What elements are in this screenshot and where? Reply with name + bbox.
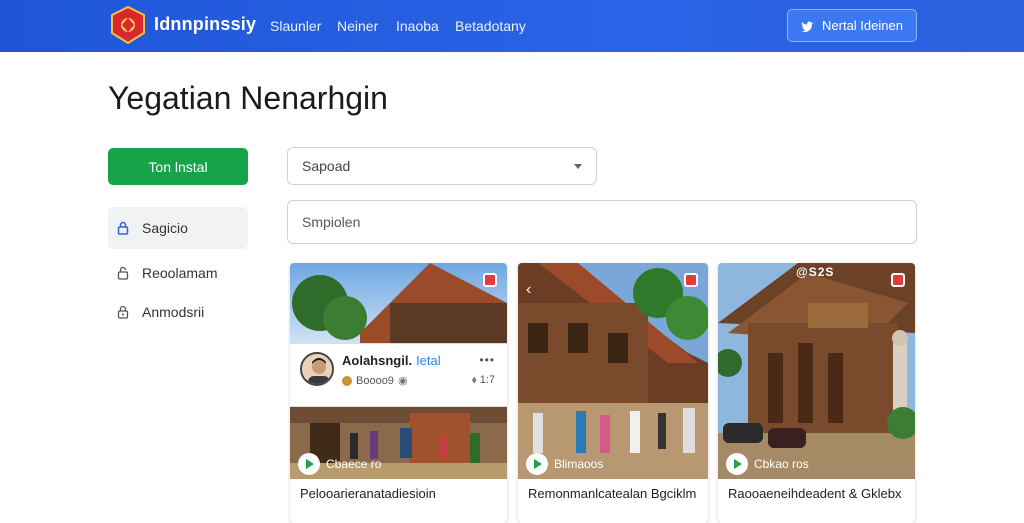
media-card-2[interactable]: ‹ Blimaoos Remonmanlcatealan Bgciklm	[518, 263, 708, 523]
coin-icon	[342, 375, 352, 386]
chevron-down-icon	[574, 164, 582, 169]
play-icon[interactable]	[298, 453, 320, 475]
play-control[interactable]: Cbaece ro	[298, 453, 381, 475]
play-icon[interactable]	[726, 453, 748, 475]
padlock-icon	[117, 305, 129, 319]
brand-name[interactable]: Idnnpinssiy	[154, 14, 256, 35]
nav-link-1[interactable]: Slaunler	[270, 18, 321, 34]
nav-link-3[interactable]: Inaoba	[396, 18, 439, 34]
media-card-3[interactable]: @S2S Cbkao ros Raooaeneihdeadent & Gkleb…	[718, 263, 915, 523]
nav-link-2[interactable]: Neiner	[337, 18, 378, 34]
header-action-label: Nertal Ideinen	[822, 18, 903, 33]
sidebar-item-label: Anmodsrii	[142, 304, 205, 320]
header-action-button[interactable]: Nertal Ideinen	[787, 9, 917, 42]
brand-logo-icon[interactable]	[110, 6, 146, 44]
record-badge-icon	[891, 273, 905, 287]
user-info-overlay: Aolahsngil. Ietal ••• Boooo9 ◉ ⬧ 1:7	[290, 343, 507, 407]
eye-icon: ◉	[397, 375, 408, 387]
user-tag: Ietal	[416, 353, 441, 368]
play-control[interactable]: Cbkao ros	[726, 453, 809, 475]
card-caption[interactable]: Remonmanlcatealan Bgciklm	[528, 486, 696, 501]
page-title: Yegatian Nenarhgin	[108, 80, 388, 116]
unlock-icon	[117, 266, 129, 280]
record-badge-icon	[684, 273, 698, 287]
sidebar-item-2[interactable]: Reoolamam	[108, 252, 248, 294]
card-photo	[518, 263, 708, 479]
user-avatar-icon	[302, 354, 332, 384]
username-text: Aolahsngil.	[342, 353, 413, 368]
play-control[interactable]: Blimaoos	[526, 453, 603, 475]
record-badge-icon	[483, 273, 497, 287]
more-options-icon[interactable]: •••	[479, 353, 495, 367]
stat-left: Boooo9 ◉	[342, 374, 408, 387]
pin-icon: ⬧	[471, 374, 477, 386]
back-arrow-icon[interactable]: ‹	[526, 281, 531, 299]
top-navbar: Idnnpinssiy Slaunler Neiner Inaoba Betad…	[0, 0, 1024, 52]
sidebar-item-label: Sagicio	[142, 220, 188, 236]
bird-icon	[801, 21, 815, 32]
sidebar-item-3[interactable]: Anmodsrii	[108, 291, 248, 333]
nav-link-4[interactable]: Betadotany	[455, 18, 526, 34]
card-caption[interactable]: Raooaeneihdeadent & Gklebx	[728, 486, 901, 501]
sidebar-item-1[interactable]: Sagicio	[108, 207, 248, 249]
username[interactable]: Aolahsngil. Ietal	[342, 353, 441, 368]
card-top-label: @S2S	[796, 265, 835, 279]
search-input[interactable]	[287, 200, 917, 244]
play-label: Cbkao ros	[754, 457, 809, 471]
stat-right: ⬧ 1:7	[472, 374, 495, 387]
media-card-1[interactable]: Aolahsngil. Ietal ••• Boooo9 ◉ ⬧ 1:7 Cbae…	[290, 263, 507, 523]
sidebar-item-label: Reoolamam	[142, 265, 218, 281]
play-label: Blimaoos	[554, 457, 604, 471]
card-photo	[718, 263, 915, 479]
play-label: Cbaece ro	[326, 457, 382, 471]
avatar[interactable]	[300, 352, 334, 386]
stat-right-text: 1:7	[479, 374, 495, 386]
play-icon[interactable]	[526, 453, 548, 475]
stat-left-text: Boooo9	[356, 374, 394, 387]
select-value: Sapoad	[302, 158, 351, 174]
card-caption[interactable]: Pelooarieranatadiesioin	[300, 486, 436, 501]
lock-icon	[117, 221, 129, 235]
primary-install-button[interactable]: Ton lnstal	[108, 148, 248, 185]
category-select[interactable]: Sapoad	[287, 147, 597, 185]
